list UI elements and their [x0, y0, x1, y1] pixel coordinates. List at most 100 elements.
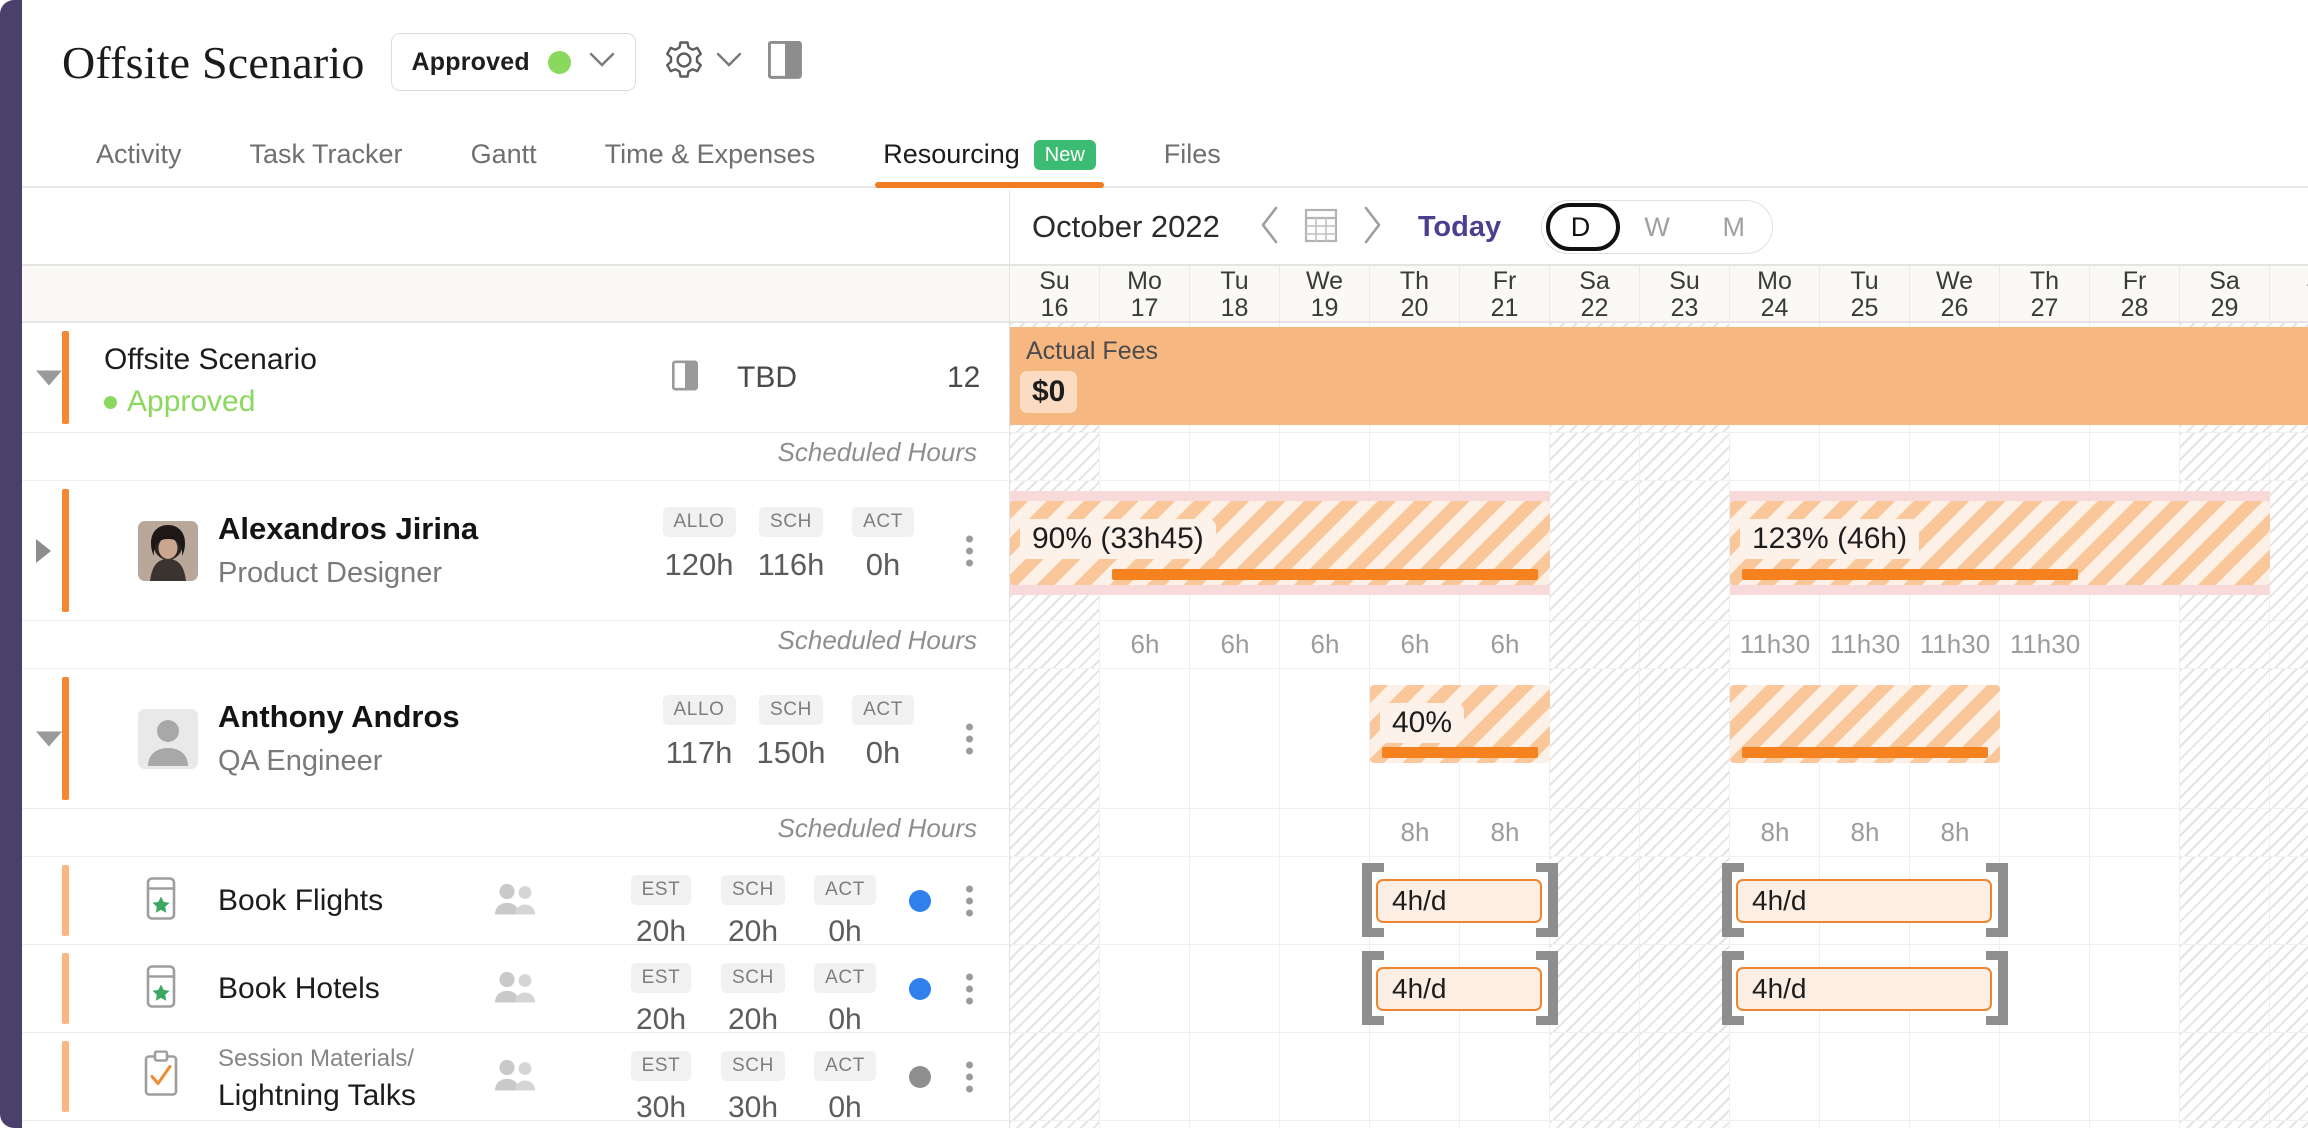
panel-toggle-icon[interactable]	[767, 40, 802, 84]
tab-resourcing[interactable]: Resourcing New	[849, 139, 1130, 188]
daily-hours-cell	[2000, 817, 2090, 848]
project-count: 12	[947, 360, 981, 394]
weekend-column	[1550, 481, 1640, 620]
weekend-column	[1010, 1033, 1100, 1120]
row-menu-button[interactable]	[966, 973, 973, 1004]
tab-files[interactable]: Files	[1130, 139, 1255, 186]
weekday-column	[1280, 433, 1370, 480]
zoom-option-w[interactable]: W	[1619, 212, 1696, 243]
weekend-column	[1550, 669, 1640, 808]
task-allocation-bar[interactable]: 4h/d	[1736, 879, 1992, 923]
assignees-icon[interactable]	[492, 881, 540, 920]
row-menu-button[interactable]	[966, 1061, 973, 1092]
metric: ALLO 120h	[653, 507, 745, 583]
task-row[interactable]: Session Materials/UI/UX BashEST30hSCH30h…	[22, 1121, 1009, 1128]
weekend-column	[1640, 857, 1730, 944]
zoom-option-d[interactable]: D	[1542, 212, 1619, 243]
collapse-caret-icon[interactable]	[36, 370, 62, 385]
day-of-week: Th	[2029, 267, 2060, 295]
assignees-icon[interactable]	[492, 969, 540, 1008]
resource-row[interactable]: Alexandros Jirina Product Designer ALLO 120…	[22, 481, 1009, 621]
next-period-icon[interactable]	[1360, 205, 1384, 250]
expand-caret-icon[interactable]	[36, 731, 62, 746]
weekday-column	[1280, 1033, 1370, 1120]
metric: ACT 0h	[837, 695, 929, 771]
resourcing-screen: Offsite Scenario Approved Activity Task …	[0, 0, 2308, 1128]
daily-hours-cell	[2270, 817, 2308, 848]
tab-activity[interactable]: Activity	[62, 139, 216, 186]
task-span-bracket	[1362, 951, 1384, 1025]
row-menu-button[interactable]	[966, 723, 973, 754]
row-accent-bar	[62, 1041, 69, 1112]
project-name: Offsite Scenario	[104, 343, 317, 376]
metric-value: 30h	[635, 1091, 687, 1124]
metric: SCH 150h	[745, 695, 837, 771]
row-accent-bar	[62, 865, 69, 936]
day-of-week: Tu	[1850, 267, 1879, 295]
task-timeline-row: 4h/d 4h/d	[1010, 857, 2308, 945]
weekday-column	[2000, 1121, 2090, 1128]
day-number: 19	[1310, 294, 1339, 322]
row-menu-button[interactable]	[966, 885, 973, 916]
metric-tag: SCH	[759, 695, 823, 725]
task-row[interactable]: Session Materials/Lightning Talks EST 30h S…	[22, 1033, 1009, 1124]
day-of-week: We	[1935, 267, 1974, 295]
daily-hours-cell	[1100, 817, 1190, 848]
daily-hours-cell	[2180, 817, 2270, 848]
weekend-column	[1640, 433, 1730, 480]
metric: ACT 0h	[837, 507, 929, 583]
weekend-column	[1010, 945, 1100, 1032]
weekday-column	[1460, 433, 1550, 480]
weekday-column	[1100, 669, 1190, 808]
weekend-column	[1010, 669, 1100, 808]
weekday-column	[1190, 945, 1280, 1032]
daily-hours-cell	[1190, 817, 1280, 848]
project-row[interactable]: Offsite Scenario Approved TBD 12	[22, 323, 1009, 433]
zoom-option-m[interactable]: M	[1695, 212, 1772, 243]
assignees-icon[interactable]	[492, 1057, 540, 1096]
weekend-column	[2180, 1033, 2270, 1120]
task-allocation-bar[interactable]: 4h/d	[1376, 967, 1542, 1011]
metric-tag: SCH	[721, 1051, 785, 1081]
day-header-cell: Th 27	[2000, 266, 2090, 322]
actual-fees-bar: Actual Fees $0	[1010, 327, 2308, 425]
task-allocation-bar[interactable]: 4h/d	[1736, 967, 1992, 1011]
scheduled-hours-timeline-row: 6h 6h 6h 6h 6h 11h30 11h30 11h30 11h30	[1010, 621, 2308, 669]
daily-hours-cell	[2270, 629, 2308, 660]
day-number: 26	[1940, 294, 1969, 322]
expand-caret-icon[interactable]	[36, 538, 51, 563]
tab-label: Activity	[96, 139, 182, 169]
resourcing-body: Offsite Scenario Approved TBD 12 Scheduled H…	[22, 190, 2308, 1128]
tab-gantt[interactable]: Gantt	[437, 139, 571, 186]
task-row[interactable]: Book Hotels EST 20h SCH 20h ACT 0h	[22, 945, 1009, 1036]
task-allocation-bar[interactable]: 4h/d	[1376, 879, 1542, 923]
tab-time-expenses[interactable]: Time & Expenses	[571, 139, 850, 186]
panel-toggle-icon[interactable]	[671, 359, 698, 395]
weekend-column	[2180, 669, 2270, 808]
tab-task-tracker[interactable]: Task Tracker	[216, 139, 437, 186]
weekday-column	[1280, 945, 1370, 1032]
daily-hours-cell	[1010, 817, 1100, 848]
settings-dropdown[interactable]	[662, 38, 742, 87]
allocation-label: 123% (46h)	[1740, 519, 1920, 559]
task-timeline-row	[1010, 1033, 2308, 1121]
day-number: 27	[2030, 294, 2059, 322]
task-title: Lightning Talks	[218, 1079, 416, 1112]
weekday-column	[1370, 433, 1460, 480]
row-menu-button[interactable]	[966, 535, 973, 566]
day-header-cell: We 26	[1910, 266, 2000, 322]
status-dropdown[interactable]: Approved	[390, 33, 636, 91]
metrics-group: EST 30h SCH 30h ACT 0h	[615, 1051, 891, 1125]
scheduled-hours-row: Scheduled Hours	[22, 621, 1009, 669]
daily-hours-cell: 8h	[1490, 817, 1520, 847]
resource-row[interactable]: Anthony Andros QA Engineer ALLO 117h SCH 150h…	[22, 669, 1009, 809]
zoom-level-toggle[interactable]: D W M	[1541, 200, 1774, 254]
weekday-column	[1100, 945, 1190, 1032]
avatar	[138, 520, 198, 581]
calendar-icon[interactable]	[1304, 206, 1338, 249]
prev-period-icon[interactable]	[1258, 205, 1282, 250]
day-of-week: S	[2270, 269, 2308, 294]
task-row[interactable]: Book Flights EST 20h SCH 20h ACT 0h	[22, 857, 1009, 948]
today-button[interactable]: Today	[1418, 211, 1501, 244]
day-number: 23	[1670, 294, 1699, 322]
